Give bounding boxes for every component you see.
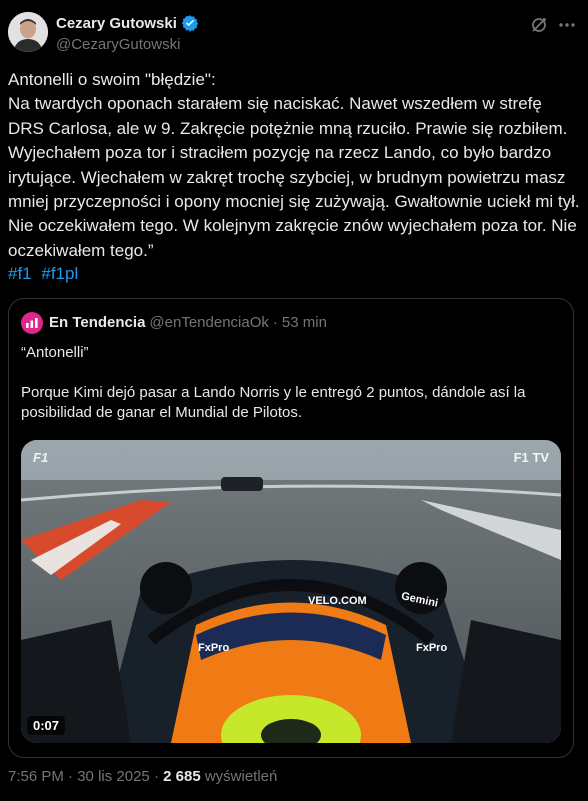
video-duration: 0:07 (27, 716, 66, 735)
quote-separator: · (272, 314, 278, 331)
author-display-name[interactable]: Cezary Gutowski (56, 15, 177, 32)
quote-video[interactable]: F1 F1 TV VELO.COM Gemini FxPro FxPro 0:0… (21, 440, 561, 743)
video-frame (21, 440, 561, 743)
car-label-fxpro-left: FxPro (198, 642, 230, 654)
tweet-time[interactable]: 7:56 PM (8, 768, 64, 785)
author-avatar[interactable] (8, 12, 48, 52)
quote-time[interactable]: 53 min (282, 314, 327, 331)
author-name-row: Cezary Gutowski (56, 14, 199, 32)
tweet: Cezary Gutowski @CezaryGutowski Antonell… (0, 0, 588, 801)
more-icon[interactable] (556, 14, 578, 36)
footer-separator: · (153, 768, 159, 785)
verified-badge-icon[interactable] (181, 14, 199, 32)
f1-tv-logo: F1 TV (513, 450, 549, 465)
tweet-footer: 7:56 PM · 30 lis 2025 · 2 685 wyświetleń (8, 768, 277, 785)
views-label: wyświetleń (204, 768, 278, 785)
quote-avatar[interactable] (21, 312, 43, 334)
car-label-velo: VELO.COM (308, 595, 367, 607)
car-label-fxpro-right: FxPro (416, 642, 448, 654)
tweet-date[interactable]: 30 lis 2025 (77, 768, 150, 785)
quote-text: “Antonelli” Porque Kimi dejó pasar a Lan… (21, 344, 526, 421)
footer-separator: · (68, 768, 74, 785)
hashtag-f1pl[interactable]: #f1pl (41, 264, 78, 283)
hashtag-f1[interactable]: #f1 (8, 264, 32, 283)
author-handle[interactable]: @CezaryGutowski (56, 36, 180, 53)
quote-header: En Tendencia @enTendenciaOk · 53 min (49, 314, 327, 331)
video-overlay-left: F1 (33, 450, 49, 465)
quote-handle[interactable]: @enTendenciaOk (149, 314, 268, 331)
quoted-tweet[interactable]: En Tendencia @enTendenciaOk · 53 min “An… (8, 298, 574, 758)
grok-icon[interactable] (528, 14, 550, 36)
hashtag-list: #f1 #f1pl (8, 262, 83, 286)
quote-display-name[interactable]: En Tendencia (49, 314, 145, 331)
views-count[interactable]: 2 685 (163, 768, 201, 785)
tweet-text: Antonelli o swoim "błędzie": Na twardych… (8, 70, 580, 260)
